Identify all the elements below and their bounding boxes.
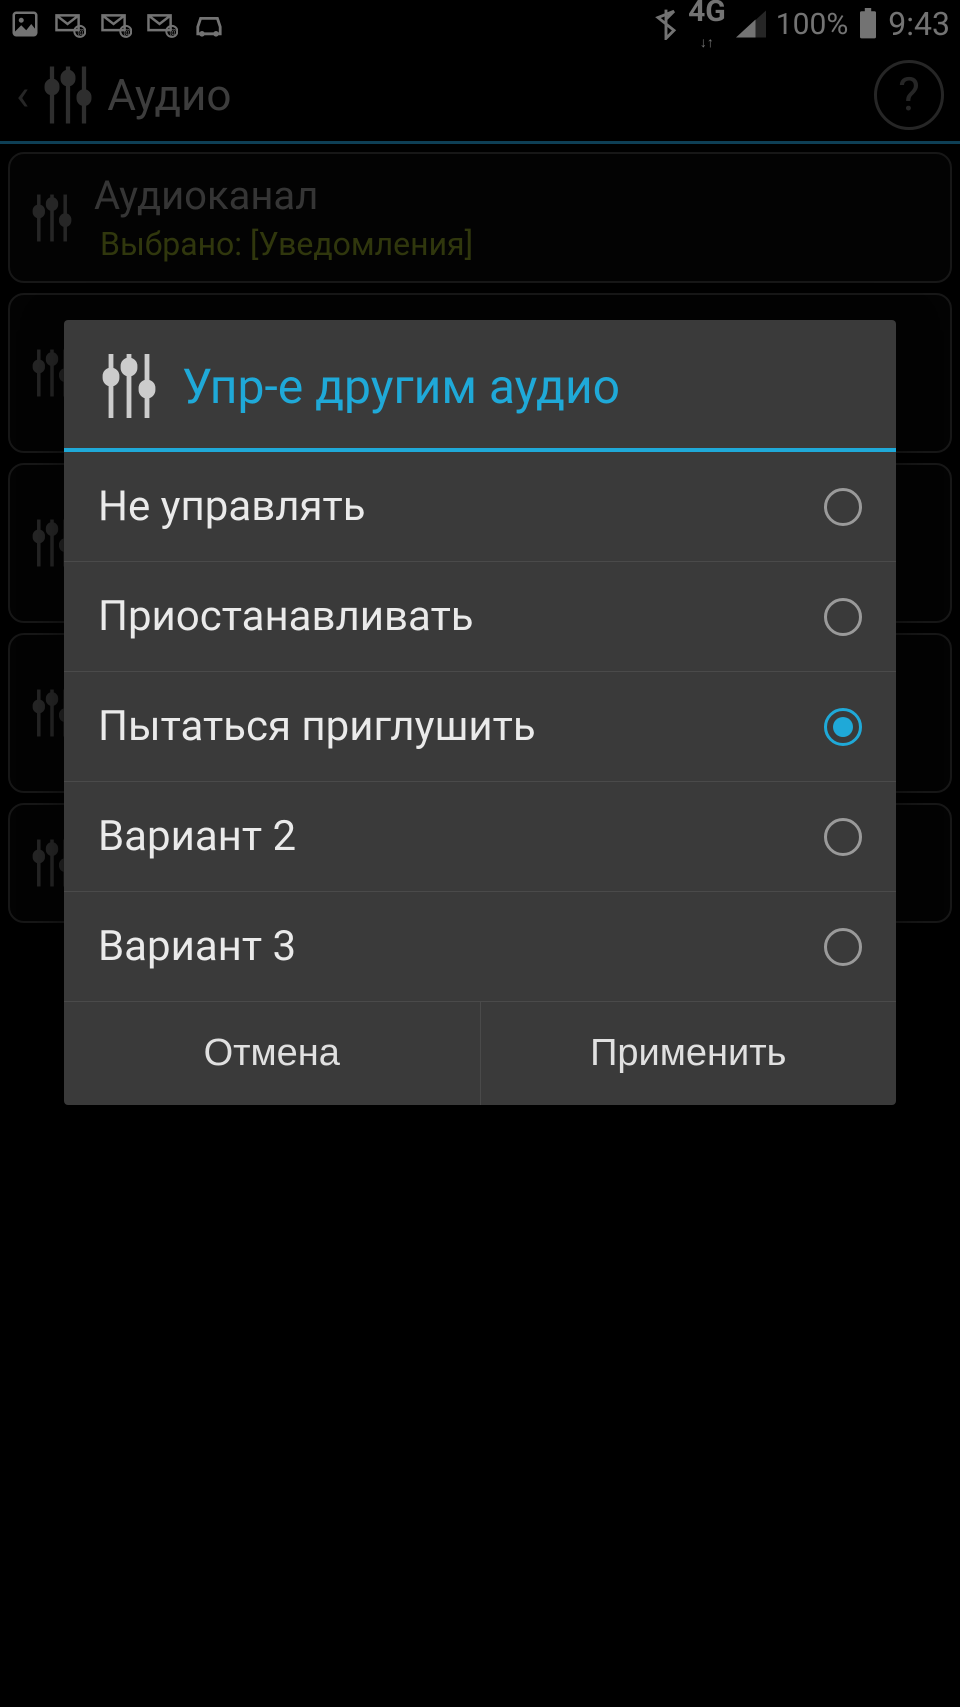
dialog-title: Упр-е другим аудио <box>182 358 620 415</box>
radio-option[interactable]: Пытаться приглушить <box>64 672 896 782</box>
radio-option[interactable]: Вариант 2 <box>64 782 896 892</box>
radio-indicator <box>824 598 862 636</box>
dialog: Упр-е другим аудио Не управлять Приостан… <box>64 320 896 1105</box>
dialog-button-bar: Отмена Применить <box>64 1001 896 1105</box>
option-label: Вариант 3 <box>98 922 296 971</box>
radio-option[interactable]: Вариант 3 <box>64 892 896 1001</box>
radio-indicator <box>824 488 862 526</box>
sliders-icon <box>98 350 160 422</box>
dialog-header: Упр-е другим аудио <box>64 320 896 452</box>
cancel-button[interactable]: Отмена <box>64 1002 481 1105</box>
apply-button[interactable]: Применить <box>481 1002 897 1105</box>
option-label: Не управлять <box>98 482 366 531</box>
radio-indicator <box>824 708 862 746</box>
radio-option[interactable]: Не управлять <box>64 452 896 562</box>
dialog-options: Не управлять Приостанавливать Пытаться п… <box>64 452 896 1001</box>
option-label: Приостанавливать <box>98 592 474 641</box>
radio-indicator <box>824 818 862 856</box>
radio-option[interactable]: Приостанавливать <box>64 562 896 672</box>
option-label: Пытаться приглушить <box>98 702 536 751</box>
option-label: Вариант 2 <box>98 812 296 861</box>
radio-indicator <box>824 928 862 966</box>
